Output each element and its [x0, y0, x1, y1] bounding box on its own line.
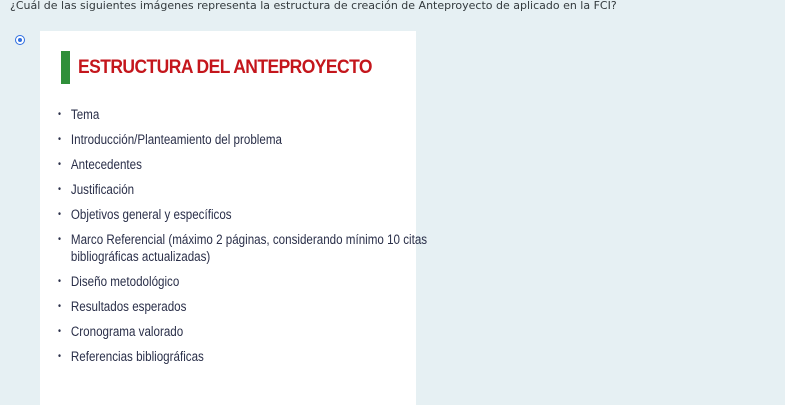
list-item-text: Resultados esperados: [70, 299, 187, 314]
bullet-icon: •: [58, 301, 62, 312]
list-item-text: Tema: [70, 107, 100, 122]
list-item-text: Justificación: [70, 182, 135, 197]
bullet-icon: •: [58, 326, 62, 337]
list-item: • Objetivos general y específicos: [58, 206, 427, 223]
bullet-icon: •: [58, 184, 62, 195]
bullet-icon: •: [58, 209, 62, 220]
question-text: ¿Cuál de las siguientes imágenes represe…: [10, 0, 617, 12]
list-item: • Justificación: [58, 181, 427, 198]
bullet-icon: •: [58, 351, 62, 362]
slide-title: ESTRUCTURA DEL ANTEPROYECTO: [78, 57, 372, 78]
list-item-text: Introducción/Planteamiento del problema: [70, 132, 282, 147]
option-radio-button[interactable]: [15, 35, 25, 45]
list-item: • Diseño metodológico: [58, 273, 427, 290]
bullet-icon: •: [58, 276, 62, 287]
list-item-text: Objetivos general y específicos: [70, 207, 232, 222]
list-item-text: Referencias bibliográficas: [70, 349, 204, 364]
list-item: • Resultados esperados: [58, 298, 427, 315]
list-item: • Tema: [58, 106, 427, 123]
list-item-text: Diseño metodológico: [70, 274, 180, 289]
bullet-icon: •: [58, 159, 62, 170]
title-accent-bar: [61, 51, 70, 84]
option-image-card[interactable]: ESTRUCTURA DEL ANTEPROYECTO • Tema • Int…: [40, 31, 427, 405]
list-item: • Cronograma valorado: [58, 323, 427, 340]
list-item: • Referencias bibliográficas: [58, 348, 427, 365]
structure-list: • Tema • Introducción/Planteamiento del …: [58, 106, 487, 373]
list-item-text: Marco Referencial (máximo 2 páginas, con…: [70, 232, 428, 247]
bullet-icon: •: [58, 109, 62, 120]
list-item-text-continued: bibliográficas actualizadas): [70, 249, 211, 264]
bullet-icon: •: [58, 134, 62, 145]
bullet-icon: •: [58, 234, 62, 245]
list-item-text: Antecedentes: [70, 157, 142, 172]
list-item: • Antecedentes: [58, 156, 427, 173]
list-item: • Introducción/Planteamiento del problem…: [58, 131, 427, 148]
list-item-text: Cronograma valorado: [70, 324, 184, 339]
list-item: • Marco Referencial (máximo 2 páginas, c…: [58, 231, 427, 265]
